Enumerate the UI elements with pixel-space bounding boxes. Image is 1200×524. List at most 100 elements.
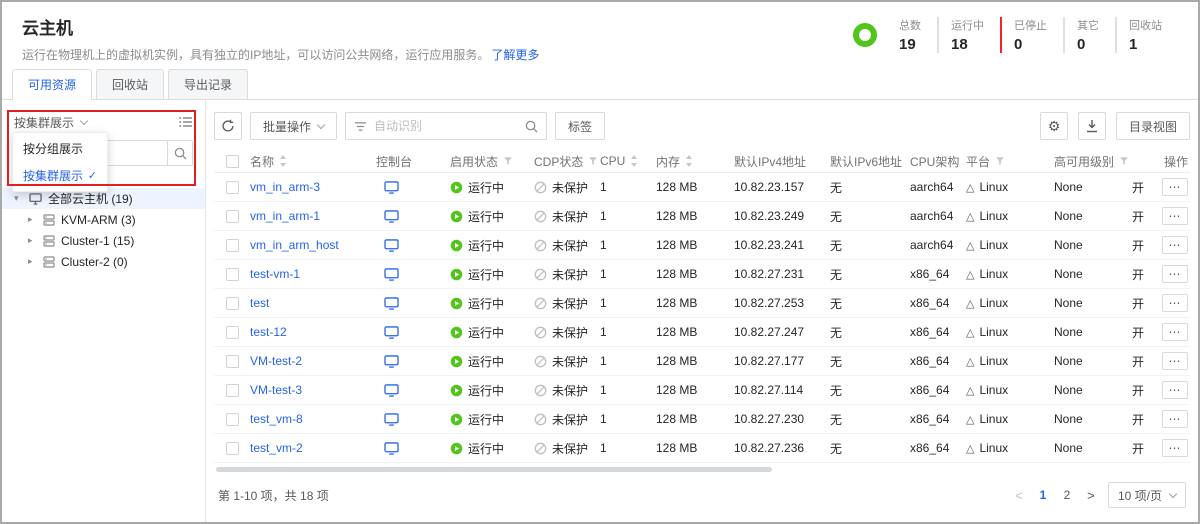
console-icon[interactable]	[384, 442, 399, 455]
tab-available-resources[interactable]: 可用资源	[12, 69, 92, 100]
page-button-2[interactable]: 2	[1060, 488, 1074, 502]
select-all-checkbox[interactable]	[226, 155, 239, 168]
vm-name-link[interactable]: test_vm-2	[250, 441, 303, 455]
vm-name-link[interactable]: vm_in_arm-1	[250, 209, 320, 223]
column-header-ha[interactable]: 高可用级别	[1054, 153, 1132, 170]
more-actions-button[interactable]: ⋯	[1162, 294, 1188, 312]
row-checkbox[interactable]	[226, 413, 239, 426]
group-mode-dropdown[interactable]: 按集群展示	[2, 110, 205, 134]
ipv6-value: 无	[830, 266, 910, 283]
column-header-name[interactable]: 名称	[250, 153, 376, 170]
vm-name-link[interactable]: test-vm-1	[250, 267, 300, 281]
group-mode-menu: 按分组展示 按集群展示 ✓	[12, 132, 108, 192]
column-header-status[interactable]: 启用状态	[450, 153, 534, 170]
column-header-platform[interactable]: 平台	[966, 153, 1054, 170]
page-button-1[interactable]: 1	[1036, 488, 1050, 502]
sort-icon[interactable]	[685, 155, 693, 167]
filter-icon[interactable]	[995, 156, 1005, 166]
console-icon[interactable]	[384, 239, 399, 252]
refresh-button[interactable]	[214, 112, 242, 140]
row-checkbox[interactable]	[226, 297, 239, 310]
filter-icon[interactable]	[1119, 156, 1129, 166]
more-actions-button[interactable]: ⋯	[1162, 352, 1188, 370]
more-actions-button[interactable]: ⋯	[1162, 236, 1188, 254]
console-icon[interactable]	[384, 181, 399, 194]
collapse-arrow-icon[interactable]: ▸	[28, 256, 37, 267]
vm-name-link[interactable]: test-12	[250, 325, 287, 339]
more-actions-button[interactable]: ⋯	[1162, 265, 1188, 283]
row-checkbox[interactable]	[226, 268, 239, 281]
export-button[interactable]	[1078, 112, 1106, 140]
table-header-row: 名称 控制台 启用状态 CDP状态 CPU 内存	[214, 150, 1190, 173]
row-checkbox[interactable]	[226, 442, 239, 455]
table-search	[345, 112, 547, 140]
cpu-value: 1	[600, 354, 656, 368]
ipv4-value: 10.82.23.249	[734, 209, 830, 223]
collapse-arrow-icon[interactable]: ▸	[28, 235, 37, 246]
more-actions-button[interactable]: ⋯	[1162, 207, 1188, 225]
console-icon[interactable]	[384, 413, 399, 426]
more-actions-button[interactable]: ⋯	[1162, 439, 1188, 457]
running-status-icon	[450, 442, 463, 455]
console-icon[interactable]	[384, 355, 399, 368]
tree-item-cluster-2[interactable]: ▸ Cluster-2 (0)	[2, 251, 205, 272]
row-checkbox[interactable]	[226, 326, 239, 339]
sort-icon[interactable]	[279, 155, 287, 167]
column-header-cdp[interactable]: CDP状态	[534, 153, 600, 170]
vm-name-link[interactable]: VM-test-2	[250, 354, 302, 368]
row-checkbox[interactable]	[226, 210, 239, 223]
row-checkbox[interactable]	[226, 239, 239, 252]
console-icon[interactable]	[384, 326, 399, 339]
tag-button[interactable]: 标签	[555, 112, 605, 140]
tab-recycle-bin[interactable]: 回收站	[96, 69, 164, 100]
collapse-arrow-icon[interactable]: ▸	[28, 214, 37, 225]
tree-item-cluster-1[interactable]: ▸ Cluster-1 (15)	[2, 230, 205, 251]
learn-more-link[interactable]: 了解更多	[491, 48, 539, 62]
column-settings-button[interactable]: ⚙	[1040, 112, 1068, 140]
prev-page-button[interactable]: <	[1012, 488, 1026, 503]
page-size-select[interactable]: 10 项/页	[1108, 482, 1186, 508]
vm-name-link[interactable]: vm_in_arm-3	[250, 180, 320, 194]
filter-icon[interactable]	[588, 156, 598, 166]
column-header-arch[interactable]: CPU架构	[910, 153, 966, 170]
more-actions-button[interactable]: ⋯	[1162, 178, 1188, 196]
tree-item-kvm-arm[interactable]: ▸ KVM-ARM (3)	[2, 209, 205, 230]
row-checkbox[interactable]	[226, 384, 239, 397]
tab-export-records[interactable]: 导出记录	[168, 69, 248, 100]
table-search-input[interactable]	[374, 119, 518, 133]
tree-item-label: 全部云主机 (19)	[48, 190, 133, 207]
filter-icon[interactable]	[503, 156, 513, 166]
vm-name-link[interactable]: VM-test-3	[250, 383, 302, 397]
console-icon[interactable]	[384, 297, 399, 310]
sort-icon[interactable]	[630, 155, 638, 167]
vm-name-link[interactable]: test_vm-8	[250, 412, 303, 426]
vm-name-link[interactable]: test	[250, 296, 269, 310]
ipv6-value: 无	[830, 382, 910, 399]
cdp-status-text: 未保护	[552, 353, 588, 370]
column-header-memory[interactable]: 内存	[656, 153, 734, 170]
more-actions-button[interactable]: ⋯	[1162, 381, 1188, 399]
list-view-icon[interactable]	[179, 116, 193, 128]
more-actions-button[interactable]: ⋯	[1162, 323, 1188, 341]
expand-arrow-icon[interactable]: ▾	[14, 193, 23, 204]
vm-name-link[interactable]: vm_in_arm_host	[250, 238, 339, 252]
next-page-button[interactable]: >	[1084, 488, 1098, 503]
cpu-value: 1	[600, 383, 656, 397]
console-icon[interactable]	[384, 210, 399, 223]
unprotected-icon	[534, 326, 547, 339]
directory-view-button[interactable]: 目录视图	[1116, 112, 1190, 140]
menu-item-group-display[interactable]: 按分组展示	[13, 135, 107, 162]
search-icon[interactable]	[167, 140, 193, 166]
column-header-cpu[interactable]: CPU	[600, 154, 656, 168]
row-checkbox[interactable]	[226, 181, 239, 194]
search-icon[interactable]	[525, 120, 538, 133]
batch-operations-button[interactable]: 批量操作	[250, 112, 337, 140]
cpu-arch-value: x86_64	[910, 383, 966, 397]
console-icon[interactable]	[384, 268, 399, 281]
menu-item-cluster-display[interactable]: 按集群展示 ✓	[13, 162, 107, 189]
row-checkbox[interactable]	[226, 355, 239, 368]
ipv6-value: 无	[830, 208, 910, 225]
cpu-arch-value: x86_64	[910, 296, 966, 310]
more-actions-button[interactable]: ⋯	[1162, 410, 1188, 428]
console-icon[interactable]	[384, 384, 399, 397]
